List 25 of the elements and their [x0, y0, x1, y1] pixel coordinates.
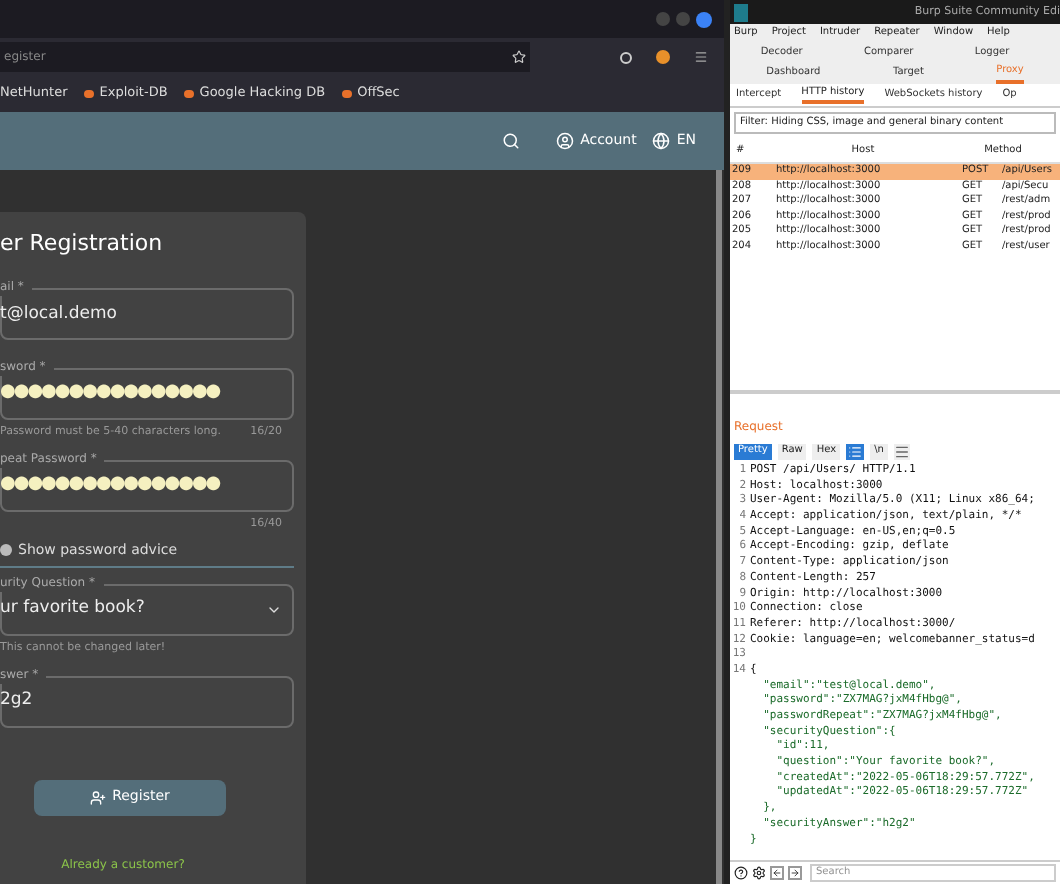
menu-icon[interactable] [893, 444, 910, 460]
globe-icon [652, 132, 671, 150]
forward-arrow-icon[interactable] [788, 865, 802, 879]
account-icon [556, 132, 575, 150]
menu-icon[interactable] [694, 50, 708, 64]
list-view-icon[interactable] [846, 444, 865, 460]
toggle-switch[interactable] [0, 544, 12, 557]
bookmark-icon [183, 90, 194, 98]
bookmark-icon [341, 90, 352, 98]
field-value: ●●●●●●●●●●●●●●●● [0, 380, 220, 407]
close-icon[interactable] [696, 11, 712, 27]
add-user-icon [90, 789, 107, 805]
field-value: ur favorite book? [0, 596, 145, 622]
field-value: ●●●●●●●●●●●●●●●● [0, 472, 220, 499]
search-icon[interactable] [502, 132, 521, 150]
bookmark-star-icon[interactable] [512, 50, 526, 64]
bookmark-icon [83, 90, 94, 98]
field-value: 2g2 [0, 688, 33, 714]
back-arrow-icon[interactable] [770, 865, 784, 879]
app-logo-icon [734, 3, 748, 21]
field-value: t@local.demo [0, 301, 117, 327]
form-title: er Registration [0, 230, 165, 258]
scrollbar[interactable] [716, 170, 722, 884]
help-icon[interactable] [734, 865, 748, 879]
settings-icon[interactable] [752, 865, 766, 879]
